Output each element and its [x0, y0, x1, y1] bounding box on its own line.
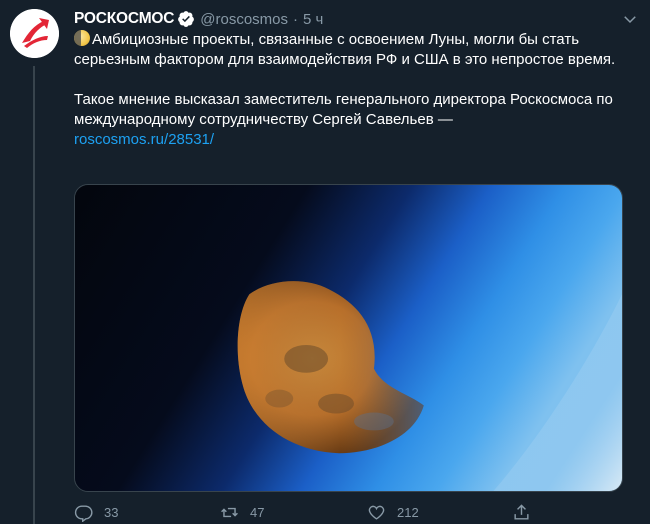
separator-dot: · [293, 10, 299, 28]
retweet-button[interactable]: 47 [220, 503, 264, 522]
tweet-link[interactable]: roscosmos.ru/28531/ [74, 131, 214, 148]
tweet-image[interactable] [74, 184, 623, 492]
moon-photo [75, 185, 622, 491]
verified-badge-icon [177, 10, 195, 28]
tweet-paragraph-2: Такое мнение высказал заместитель генера… [74, 90, 624, 150]
tweet-actions: 33 47 212 [74, 503, 534, 524]
reply-count: 33 [104, 505, 119, 520]
reply-button[interactable]: 33 [74, 503, 118, 522]
tweet-paragraph-1: Амбициозные проекты, связанные с освоени… [74, 30, 624, 70]
retweet-icon [221, 507, 238, 518]
share-button[interactable] [512, 503, 531, 522]
tweet[interactable]: РОСКОСМОС @roscosmos · 5 ч Амбициозные п… [0, 0, 650, 524]
share-icon [514, 504, 529, 520]
tweet-text-line1: Амбициозные проекты, связанные с освоени… [74, 31, 616, 68]
thread-line [33, 66, 35, 524]
tweet-text-line2: Такое мнение высказал заместитель генера… [74, 91, 613, 128]
moon-emoji-icon [74, 30, 90, 46]
author-handle[interactable]: @roscosmos [200, 11, 288, 28]
tweet-timestamp[interactable]: 5 ч [303, 11, 323, 28]
tweet-text: Амбициозные проекты, связанные с освоени… [74, 30, 624, 150]
retweet-count: 47 [250, 505, 265, 520]
heart-icon [368, 505, 385, 520]
like-count: 212 [397, 505, 419, 520]
tweet-header: РОСКОСМОС @roscosmos · 5 ч [74, 9, 323, 29]
roscosmos-logo-icon [10, 9, 59, 58]
like-button[interactable]: 212 [367, 503, 419, 522]
reply-icon [74, 505, 93, 522]
author-name[interactable]: РОСКОСМОС [74, 10, 174, 28]
avatar[interactable] [10, 9, 59, 58]
chevron-down-icon[interactable] [618, 8, 642, 30]
